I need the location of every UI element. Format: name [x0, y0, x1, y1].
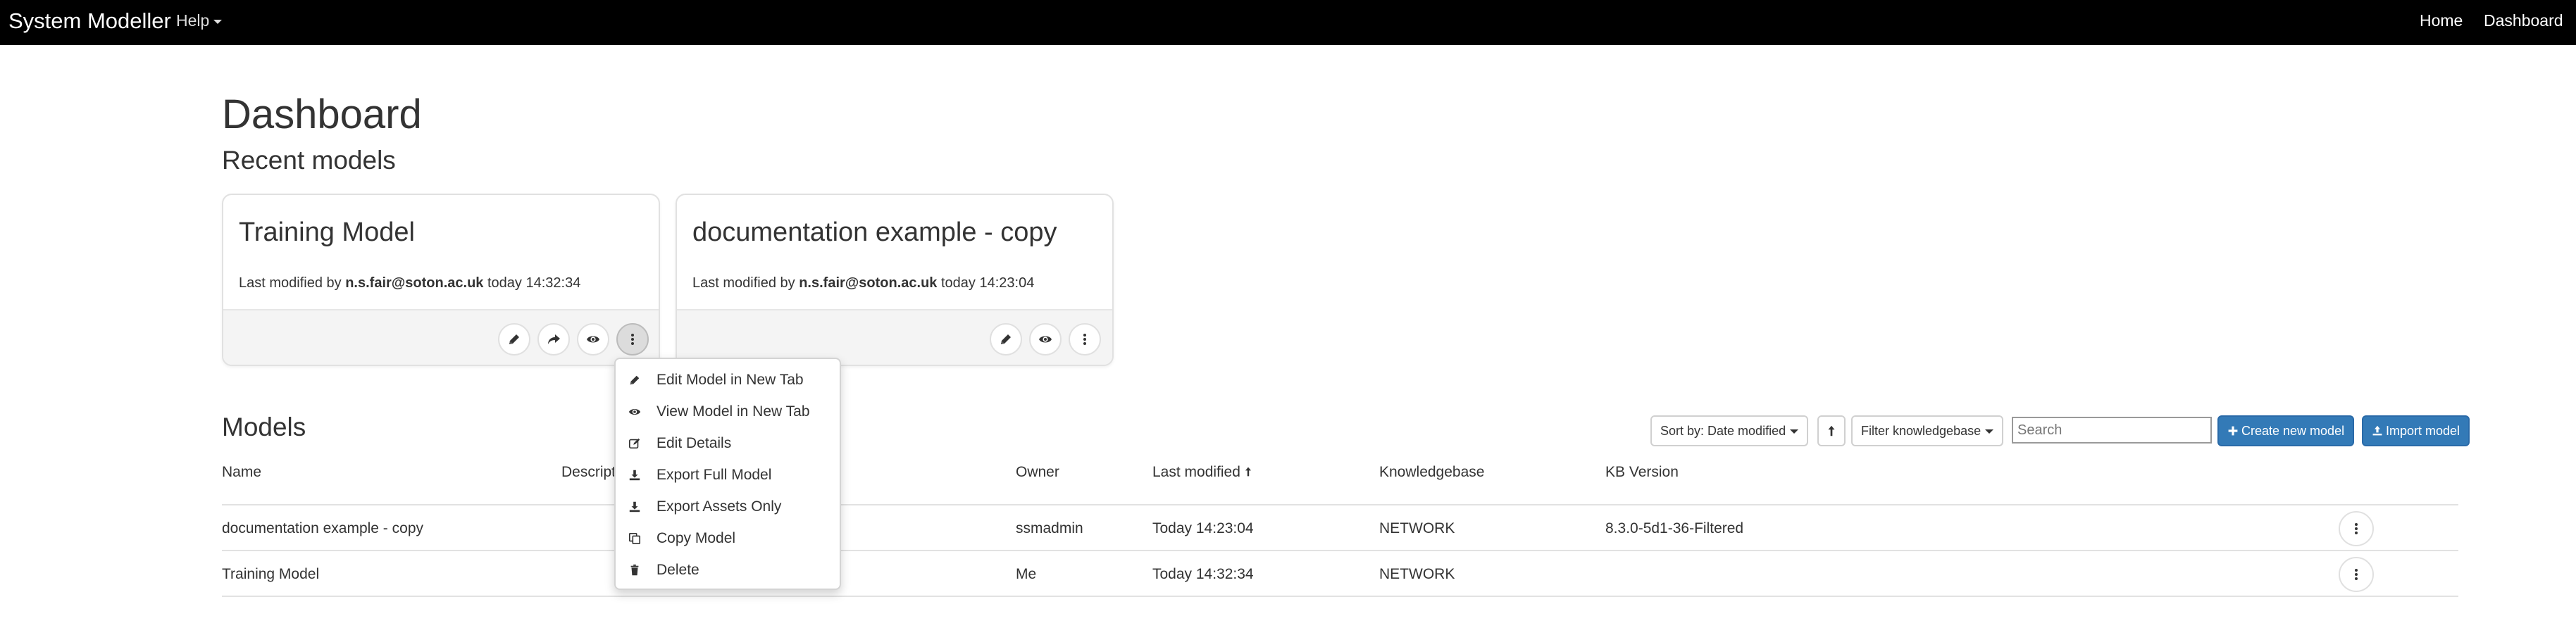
- cell-knowledgebase: NETWORK: [1379, 520, 1455, 536]
- nav-dashboard-link[interactable]: Dashboard: [2484, 10, 2563, 31]
- edit-icon: [627, 436, 642, 451]
- cell-owner: ssmadmin: [1016, 520, 1083, 536]
- sort-label: Sort by: Date modified: [1660, 424, 1786, 438]
- view-model-button[interactable]: [1029, 323, 1062, 356]
- search-input[interactable]: [2012, 417, 2212, 444]
- cell-name[interactable]: documentation example - copy: [222, 520, 423, 538]
- more-actions-button[interactable]: [1069, 323, 1101, 356]
- menu-item-view-in-new-tab[interactable]: View Model in New Tab: [616, 398, 840, 426]
- meta-user: n.s.fair@soton.ac.uk: [799, 275, 938, 291]
- column-header-kb-version[interactable]: KB Version: [1605, 463, 1679, 482]
- recent-model-card: documentation example - copy Last modifi…: [676, 194, 1114, 366]
- download-icon: [627, 499, 642, 515]
- menu-item-edit-in-new-tab[interactable]: Edit Model in New Tab: [616, 366, 840, 394]
- cell-knowledgebase: NETWORK: [1379, 566, 1455, 582]
- menu-item-export-full-model[interactable]: Export Full Model: [616, 461, 840, 489]
- more-icon: [2349, 522, 2363, 536]
- plus-icon: [2227, 425, 2239, 436]
- card-meta: Last modified by n.s.fair@soton.ac.uk to…: [692, 274, 1034, 292]
- pencil-icon: [507, 332, 521, 346]
- cell-modified: Today 14:23:04: [1152, 520, 1254, 536]
- menu-item-label: Edit Details: [657, 435, 732, 451]
- pencil-icon: [999, 332, 1013, 346]
- menu-item-label: View Model in New Tab: [657, 403, 810, 420]
- menu-item-label: Copy Model: [657, 530, 736, 546]
- menu-item-export-assets-only[interactable]: Export Assets Only: [616, 493, 840, 521]
- row-divider: [222, 550, 2458, 551]
- meta-prefix: Last modified by: [692, 275, 795, 291]
- menu-item-copy-model[interactable]: Copy Model: [616, 524, 840, 553]
- column-header-name[interactable]: Name: [222, 463, 261, 482]
- import-label: Import model: [2386, 424, 2460, 438]
- more-icon: [626, 332, 640, 346]
- last-modified-label: Last modified: [1152, 464, 1240, 480]
- column-header-owner[interactable]: Owner: [1016, 463, 1059, 482]
- menu-item-label: Export Assets Only: [657, 498, 782, 515]
- menu-item-label: Edit Model in New Tab: [657, 372, 804, 388]
- eye-icon: [586, 332, 600, 346]
- import-model-button[interactable]: Import model: [2362, 415, 2470, 446]
- card-title[interactable]: Training Model: [239, 216, 415, 249]
- more-icon: [1078, 332, 1092, 346]
- arrow-up-icon: [1825, 425, 1838, 437]
- recent-models-heading: Recent models: [222, 146, 396, 175]
- chevron-down-icon: [1790, 429, 1799, 434]
- upload-icon: [2372, 425, 2383, 436]
- page-title: Dashboard: [222, 92, 422, 137]
- card-footer: [223, 309, 659, 365]
- meta-time: today 14:32:34: [487, 275, 581, 291]
- chevron-down-icon: [213, 19, 223, 24]
- column-header-last-modified[interactable]: Last modified: [1152, 463, 1254, 482]
- model-actions-menu: Edit Model in New Tab View Model in New …: [614, 358, 841, 590]
- chevron-down-icon: [1985, 429, 1994, 434]
- menu-item-label: Delete: [657, 562, 699, 578]
- meta-user: n.s.fair@soton.ac.uk: [345, 275, 484, 291]
- edit-model-button[interactable]: [498, 323, 530, 356]
- cell-modified: Today 14:32:34: [1152, 566, 1254, 582]
- sort-dropdown[interactable]: Sort by: Date modified: [1650, 415, 1809, 446]
- create-label: Create new model: [2241, 424, 2345, 438]
- row-actions-button[interactable]: [2339, 557, 2374, 592]
- create-new-model-button[interactable]: Create new model: [2217, 415, 2355, 446]
- menu-item-edit-details[interactable]: Edit Details: [616, 429, 840, 458]
- filter-knowledgebase-dropdown[interactable]: Filter knowledgebase: [1851, 415, 2004, 446]
- meta-time: today 14:23:04: [940, 275, 1035, 291]
- sort-ascending-icon: [1243, 465, 1254, 479]
- trash-icon: [627, 562, 642, 578]
- menu-item-label: Export Full Model: [657, 467, 772, 483]
- eye-icon: [627, 404, 642, 420]
- cell-name[interactable]: Training Model: [222, 565, 319, 584]
- nav-home-link[interactable]: Home: [2420, 10, 2463, 31]
- brand-link[interactable]: System Modeller: [8, 7, 171, 35]
- recent-model-card: Training Model Last modified by n.s.fair…: [222, 194, 660, 366]
- share-model-button[interactable]: [537, 323, 570, 356]
- models-heading: Models: [222, 413, 306, 441]
- column-header-description[interactable]: Descript: [561, 463, 616, 482]
- sort-direction-button[interactable]: [1817, 415, 1846, 446]
- card-meta: Last modified by n.s.fair@soton.ac.uk to…: [239, 274, 580, 292]
- help-menu[interactable]: Help: [176, 10, 223, 31]
- filter-label: Filter knowledgebase: [1861, 424, 1981, 438]
- meta-prefix: Last modified by: [239, 275, 342, 291]
- help-label: Help: [176, 11, 210, 30]
- copy-icon: [627, 531, 642, 546]
- menu-item-delete[interactable]: Delete: [616, 556, 840, 584]
- cell-owner: Me: [1016, 566, 1037, 582]
- row-divider: [222, 596, 2458, 597]
- eye-icon: [1038, 332, 1052, 346]
- share-icon: [547, 332, 561, 346]
- column-header-knowledgebase[interactable]: Knowledgebase: [1379, 463, 1484, 482]
- cell-kb-version: 8.3.0-5d1-36-Filtered: [1605, 520, 1744, 536]
- more-icon: [2349, 567, 2363, 581]
- pencil-icon: [627, 372, 642, 388]
- download-icon: [627, 467, 642, 483]
- more-actions-button[interactable]: [616, 323, 649, 356]
- view-model-button[interactable]: [577, 323, 609, 356]
- row-actions-button[interactable]: [2339, 511, 2374, 546]
- card-title[interactable]: documentation example - copy: [692, 216, 1057, 249]
- edit-model-button[interactable]: [990, 323, 1022, 356]
- header-divider: [222, 504, 2458, 505]
- top-navbar: System Modeller Help Home Dashboard: [0, 0, 2576, 45]
